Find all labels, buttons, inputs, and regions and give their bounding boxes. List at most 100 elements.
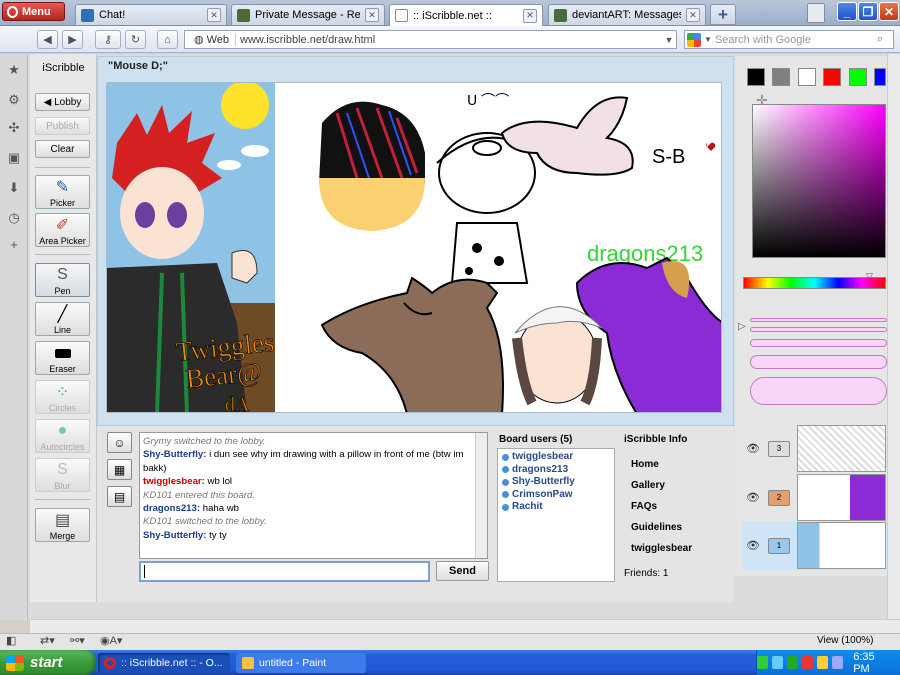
hue-marker-icon[interactable]: ▽ — [866, 271, 873, 282]
filmstrip-icon[interactable]: ▦ — [107, 459, 132, 480]
horizontal-scrollbar[interactable] — [30, 619, 900, 633]
swatch-gray[interactable] — [772, 68, 790, 86]
start-button[interactable]: start — [0, 650, 96, 675]
antivirus-icon[interactable] — [802, 656, 814, 669]
zoom-level[interactable]: View (100%) — [817, 635, 874, 646]
user-item[interactable]: CrimsonPaw — [502, 489, 610, 502]
clock[interactable]: 6:35 PM — [853, 651, 888, 675]
info-link-faqs[interactable]: FAQs — [631, 501, 657, 512]
circles-tool[interactable]: ⁘ Circles — [35, 380, 90, 414]
sync-icon[interactable]: ⇄▾ — [40, 634, 55, 647]
add-panel-icon[interactable]: + — [6, 236, 22, 252]
unite-icon[interactable]: ✣ — [6, 120, 22, 136]
brush-size-1[interactable] — [750, 318, 887, 322]
taskbar-item-opera[interactable]: :: iScribble.net :: - O... — [98, 653, 230, 673]
line-tool[interactable]: ╱ Line — [35, 302, 90, 336]
menu-button[interactable]: Menu — [2, 2, 65, 21]
hue-slider[interactable] — [743, 277, 886, 289]
vertical-scrollbar[interactable] — [887, 54, 900, 620]
key-icon[interactable]: ⚷ — [95, 30, 121, 49]
picker-tool[interactable]: ✎ Picker — [35, 175, 90, 209]
restore-button[interactable]: ❐ — [858, 2, 878, 21]
chat-input[interactable] — [139, 561, 430, 582]
size-pointer-icon[interactable]: ▷ — [738, 321, 746, 332]
close-window-button[interactable]: ✕ — [879, 2, 899, 21]
area-picker-tool[interactable]: ✐ Area Picker — [35, 213, 90, 247]
info-link-gallery[interactable]: Gallery — [631, 480, 665, 491]
user-item[interactable]: Rachit — [502, 501, 610, 514]
info-link-guidelines[interactable]: Guidelines — [631, 522, 682, 533]
publish-button[interactable]: Publish — [35, 117, 90, 135]
panel-toggle-icon[interactable]: ◧ — [6, 634, 16, 647]
pen-tool[interactable]: S Pen — [35, 263, 90, 297]
notebook-icon[interactable]: ▤ — [107, 486, 132, 507]
lobby-button[interactable]: ◀ Lobby — [35, 93, 90, 111]
trash-icon[interactable] — [807, 3, 825, 23]
web-scope[interactable]: ◍ Web — [188, 33, 237, 46]
chat-scrollbar[interactable] — [475, 433, 487, 558]
autocircles-tool[interactable]: ● Autocircles — [35, 419, 90, 453]
unite-status-icon[interactable]: ⚯▾ — [70, 634, 85, 647]
clear-button[interactable]: Clear — [35, 140, 90, 158]
send-button[interactable]: Send — [436, 561, 489, 581]
notes-icon[interactable]: ▣ — [6, 150, 22, 166]
swatch-green[interactable] — [849, 68, 867, 86]
search-icon[interactable]: ⌕ — [877, 33, 893, 46]
swatch-red[interactable] — [823, 68, 841, 86]
back-button[interactable]: ◀ — [37, 30, 58, 49]
address-bar[interactable]: ◍ Web www.iscribble.net/draw.html ▼ — [184, 30, 677, 49]
layer-number[interactable]: 2 — [768, 489, 790, 506]
forward-button[interactable]: ▶ — [62, 30, 83, 49]
widgets-icon[interactable]: ⚙ — [6, 92, 22, 108]
eye-icon[interactable]: 👁 — [742, 491, 764, 504]
url-text[interactable]: www.iscribble.net/draw.html — [240, 34, 658, 46]
update-icon[interactable] — [817, 656, 829, 669]
tab-chat[interactable]: Chat! ✕ — [75, 4, 227, 25]
search-input[interactable]: ▼ Search with Google ⌕ — [684, 30, 894, 49]
swatch-blue[interactable] — [874, 68, 886, 86]
close-icon[interactable]: ✕ — [686, 8, 700, 22]
close-icon[interactable]: ✕ — [365, 8, 379, 22]
message-username[interactable]: Shy-Butterfly: — [143, 530, 206, 541]
messenger-icon[interactable] — [787, 656, 799, 669]
eye-icon[interactable]: 👁 — [742, 539, 764, 552]
info-link-home[interactable]: Home — [631, 459, 659, 470]
message-username[interactable]: dragons213: — [143, 503, 200, 514]
eye-icon[interactable]: 👁 — [742, 442, 764, 455]
message-username[interactable]: Shy-Butterfly: — [143, 449, 206, 460]
taskbar-item-paint[interactable]: untitled - Paint — [236, 653, 366, 673]
layer-2[interactable]: 👁 2 — [742, 473, 887, 522]
downloads-icon[interactable]: ⬇ — [6, 180, 22, 196]
brush-size-2[interactable] — [750, 327, 887, 332]
tab-iscribble[interactable]: :: iScribble.net :: ✕ — [389, 4, 543, 26]
brush-size-5[interactable] — [750, 377, 887, 405]
layer-3[interactable]: 👁 3 — [742, 424, 887, 473]
smiley-icon[interactable]: ☺ — [107, 432, 132, 453]
swatch-black[interactable] — [747, 68, 765, 86]
eraser-tool[interactable]: Eraser — [35, 341, 90, 375]
brush-size-3[interactable] — [750, 339, 887, 347]
layer-number[interactable]: 1 — [768, 537, 790, 554]
blur-tool[interactable]: S Blur — [35, 458, 90, 492]
bookmarks-icon[interactable]: ★ — [6, 62, 22, 78]
merge-button[interactable]: ▤ Merge — [35, 508, 90, 542]
drawing-canvas[interactable]: Twiggles Bear@ dA S-B ᑌ ⌒⌒ dragons213 — [106, 82, 722, 413]
chevron-down-icon[interactable]: ▼ — [662, 35, 676, 45]
reload-button[interactable]: ↻ — [125, 30, 146, 49]
chevron-down-icon[interactable]: ▼ — [704, 35, 712, 44]
user-item[interactable]: dragons213 — [502, 464, 610, 477]
home-button[interactable]: ⌂ — [157, 30, 178, 49]
history-icon[interactable]: ◷ — [6, 210, 22, 226]
minimize-button[interactable]: _ — [837, 2, 857, 21]
user-item[interactable]: twigglesbear — [502, 451, 610, 464]
close-icon[interactable]: ✕ — [523, 8, 537, 23]
saturation-value-picker[interactable] — [752, 104, 886, 258]
volume-icon[interactable] — [772, 656, 784, 669]
layer-1[interactable]: 👁 1 — [742, 521, 887, 570]
tab-deviantart-messages[interactable]: deviantART: Messages ✕ — [548, 4, 706, 25]
message-username[interactable]: twigglesbear: — [143, 476, 205, 487]
user-item[interactable]: Shy-Butterfly — [502, 476, 610, 489]
network-icon[interactable] — [757, 656, 769, 669]
close-icon[interactable]: ✕ — [207, 8, 221, 22]
info-link-profile[interactable]: twigglesbear — [631, 543, 692, 554]
